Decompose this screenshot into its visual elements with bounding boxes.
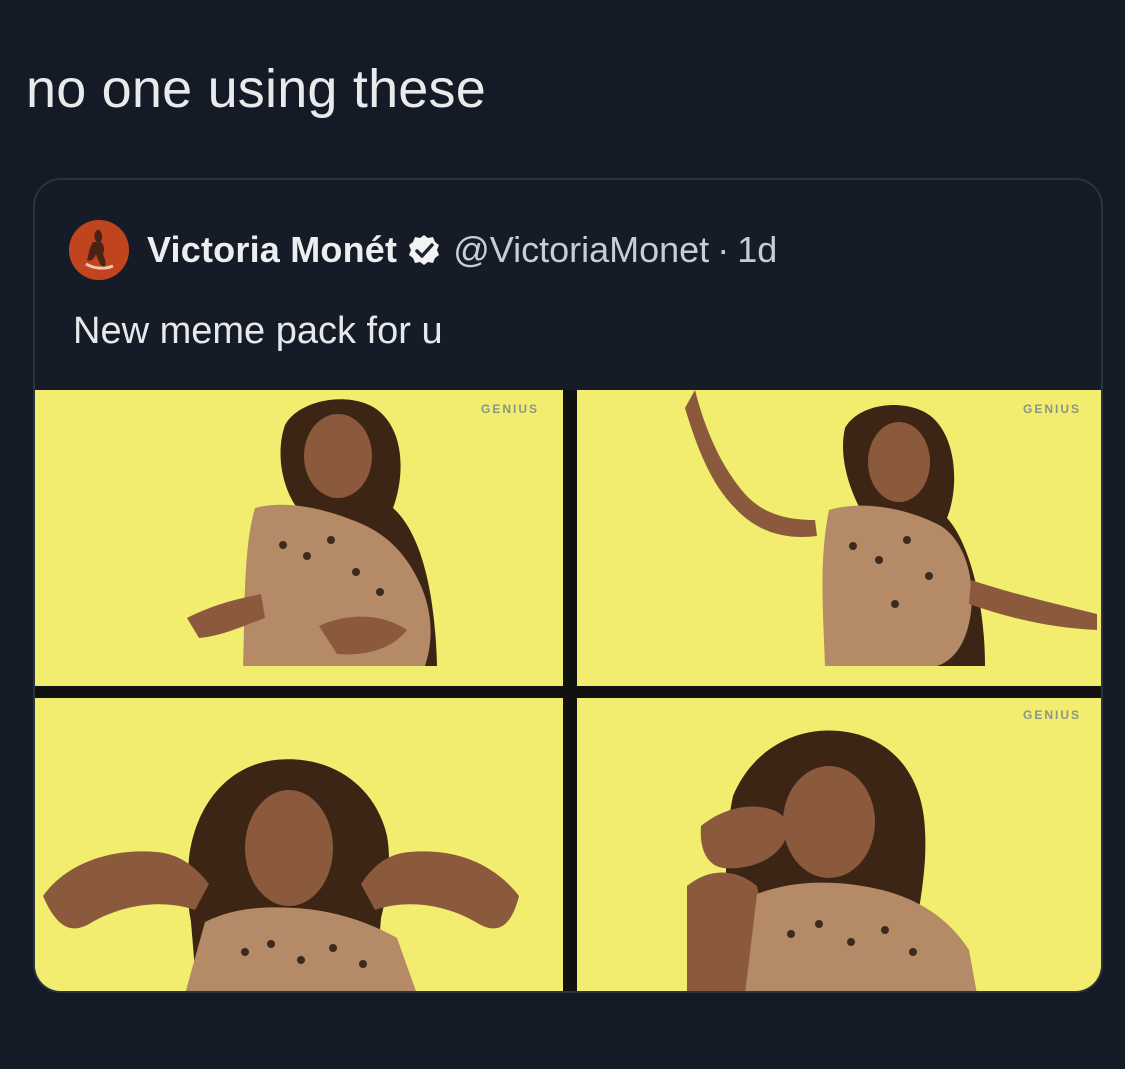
verified-badge-icon [407,233,441,267]
meme-image-3 [35,698,563,991]
profile-avatar[interactable] [69,220,129,280]
meta-separator: · [717,229,730,270]
media-tile-2[interactable]: GENIUS [577,390,1101,686]
tweet-caption: no one using these [26,59,486,119]
meme-image-1 [35,390,563,686]
media-tile-1[interactable]: GENIUS [35,390,563,686]
genius-watermark: GENIUS [1022,402,1081,416]
user-handle[interactable]: @VictoriaMonet [453,229,709,271]
media-grid: GENIUS GENIUS GENIUS [35,390,1101,991]
meme-image-4 [577,698,1101,991]
meme-image-2 [577,390,1101,686]
genius-watermark: GENIUS [1022,708,1081,722]
display-name[interactable]: Victoria Monét [147,229,397,271]
genius-watermark: GENIUS [480,402,539,416]
tweet-age[interactable]: 1d [737,229,777,271]
media-tile-3[interactable] [35,698,563,991]
quoted-tweet-header: Victoria Monét @VictoriaMonet · 1d [69,220,777,280]
quoted-tweet-card[interactable]: Victoria Monét @VictoriaMonet · 1d New m… [33,178,1103,993]
avatar-illustration [69,220,129,280]
media-tile-4[interactable]: GENIUS [577,698,1101,991]
quoted-tweet-text: New meme pack for u [73,310,443,352]
